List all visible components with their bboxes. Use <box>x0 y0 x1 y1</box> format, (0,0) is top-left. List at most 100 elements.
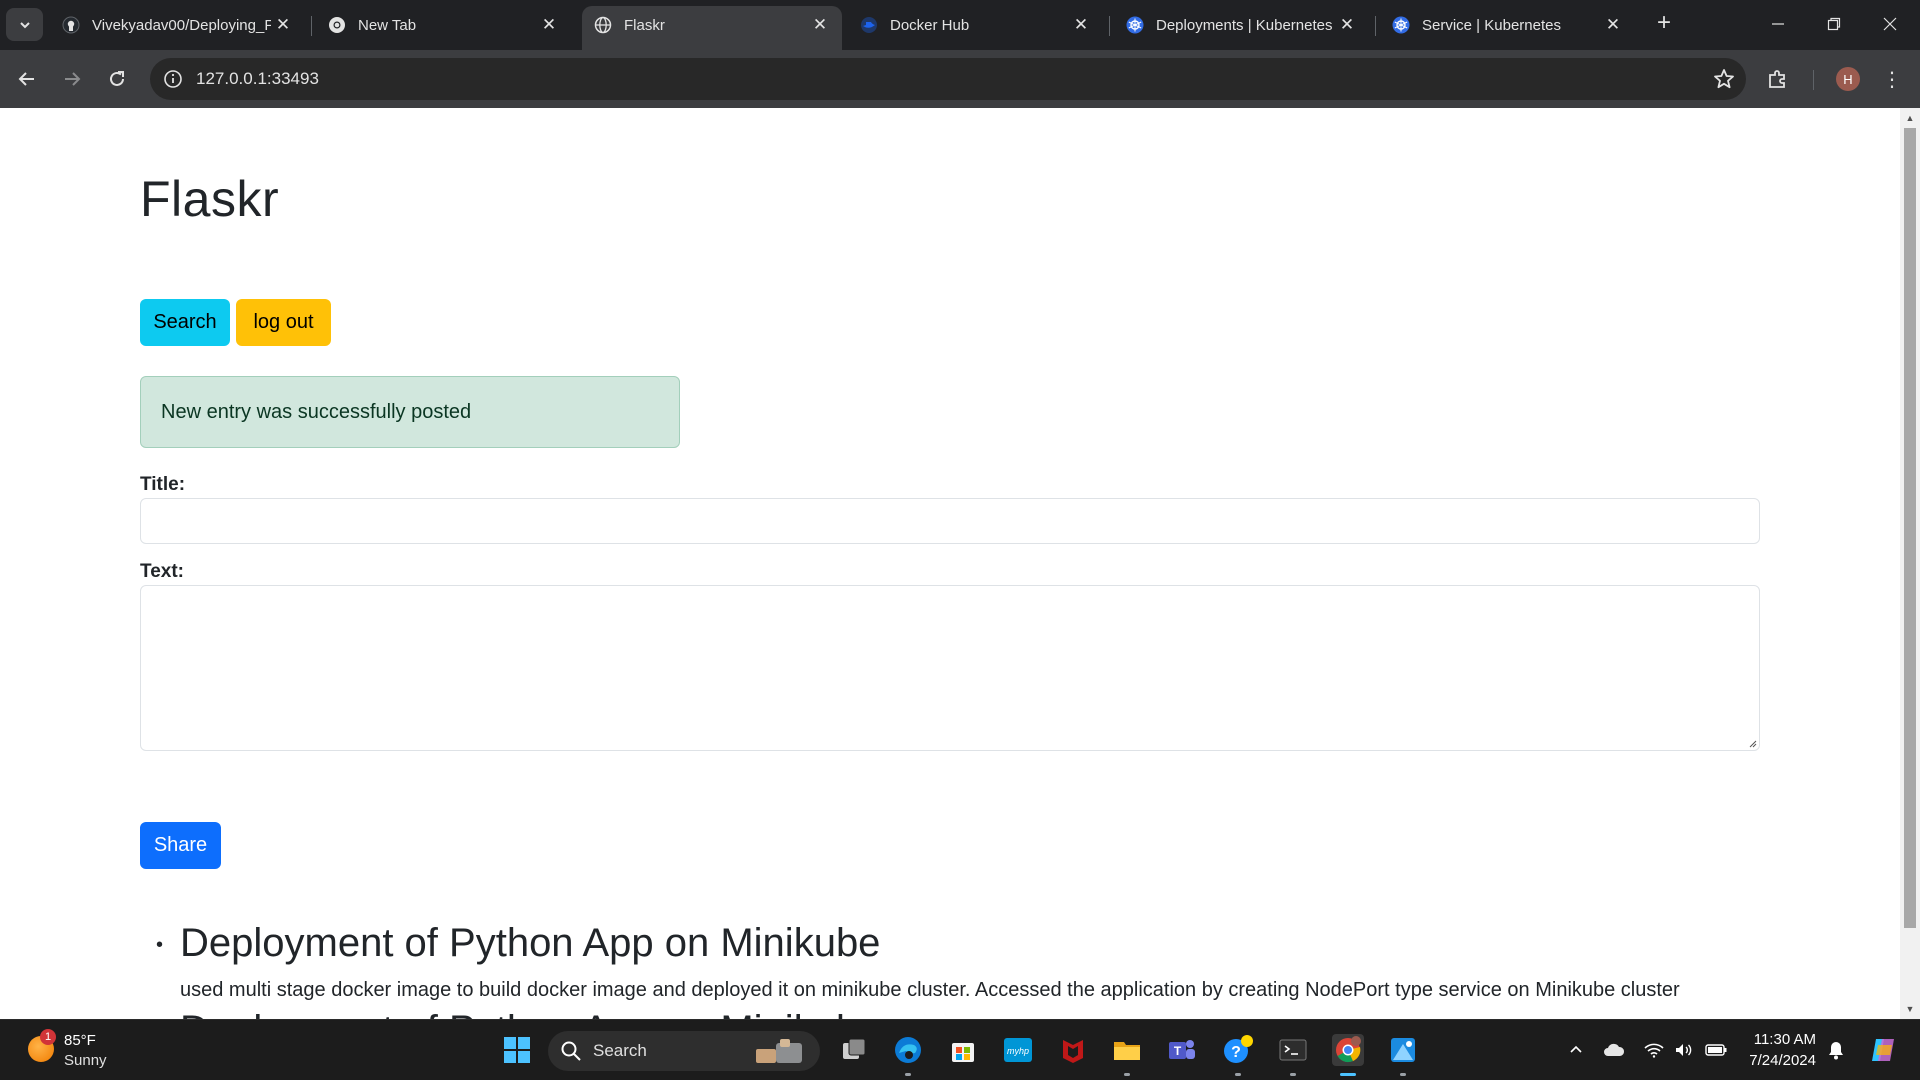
tab-separator <box>1109 16 1110 36</box>
wifi-icon[interactable] <box>1643 1039 1665 1061</box>
tab-search-button[interactable] <box>6 8 43 41</box>
taskbar-search-box[interactable]: Search <box>548 1031 820 1071</box>
weather-temperature: 85°F <box>64 1032 96 1049</box>
reload-button[interactable] <box>99 61 135 97</box>
chrome-icon <box>328 16 346 34</box>
minimize-icon <box>1772 23 1784 25</box>
tab-new-tab[interactable]: New Tab ✕ <box>316 6 571 44</box>
globe-icon <box>594 16 612 34</box>
tab-label: Service | Kubernetes <box>1422 16 1561 34</box>
running-indicator <box>905 1073 911 1076</box>
text-textarea[interactable] <box>140 585 1760 751</box>
svg-text:T: T <box>1174 1044 1182 1058</box>
notification-bell-icon[interactable] <box>1825 1039 1847 1061</box>
profile-avatar[interactable]: H <box>1836 67 1860 91</box>
task-view-icon[interactable] <box>838 1034 870 1066</box>
clock-date[interactable]: 7/24/2024 <box>1742 1052 1816 1069</box>
entry-title: Deployment of Python App on Minikube <box>180 1008 880 1019</box>
running-indicator <box>1124 1073 1130 1076</box>
tab-service-kubernetes[interactable]: Service | Kubernetes ✕ <box>1380 6 1635 44</box>
address-bar[interactable]: 127.0.0.1:33493 <box>150 58 1746 100</box>
page-viewport: Flaskr Search log out New entry was succ… <box>0 108 1920 1019</box>
share-button[interactable]: Share <box>140 822 221 869</box>
restore-button[interactable] <box>1814 8 1854 40</box>
tab-label: Flaskr <box>624 16 665 34</box>
resize-grip-icon[interactable] <box>1747 738 1757 748</box>
back-button[interactable] <box>9 61 45 97</box>
edge-icon[interactable] <box>892 1034 924 1066</box>
close-icon[interactable]: ✕ <box>1069 13 1093 37</box>
github-icon <box>62 16 80 34</box>
help-icon[interactable]: ? <box>1222 1034 1254 1066</box>
search-icon <box>561 1041 581 1061</box>
onedrive-cloud-icon[interactable] <box>1603 1039 1625 1061</box>
running-indicator <box>1340 1073 1356 1076</box>
search-highlight-icon <box>756 1039 802 1063</box>
toolbar-divider <box>1813 70 1814 90</box>
entry-text: used multi stage docker image to build d… <box>180 979 1680 1001</box>
chrome-taskbar-icon[interactable] <box>1332 1034 1364 1066</box>
chevron-up-icon[interactable] <box>1565 1039 1587 1061</box>
taskbar-search-label: Search <box>593 1041 647 1060</box>
minimize-button[interactable] <box>1758 8 1798 40</box>
bookmark-star-icon[interactable] <box>1712 67 1736 91</box>
extensions-puzzle-icon[interactable] <box>1766 67 1790 91</box>
kubernetes-icon <box>1392 16 1410 34</box>
page-scrollbar[interactable]: ▲ ▼ <box>1900 108 1920 1019</box>
tab-separator <box>311 16 312 36</box>
volume-icon[interactable] <box>1673 1039 1695 1061</box>
tab-deployments-kubernetes[interactable]: Deployments | Kubernetes ✕ <box>1114 6 1369 44</box>
close-icon[interactable]: ✕ <box>271 13 295 37</box>
close-icon[interactable]: ✕ <box>537 13 561 37</box>
chevron-down-icon <box>19 21 30 28</box>
photos-icon[interactable] <box>1387 1034 1419 1066</box>
scroll-down-arrow-icon[interactable]: ▼ <box>1905 1004 1915 1014</box>
tab-label: Vivekyadav00/Deploying_F <box>92 16 271 34</box>
kubernetes-icon <box>1126 16 1144 34</box>
running-indicator <box>1400 1073 1406 1076</box>
tab-label: Docker Hub <box>890 16 970 34</box>
close-icon[interactable]: ✕ <box>1335 13 1359 37</box>
search-button[interactable]: Search <box>140 299 230 346</box>
file-explorer-icon[interactable] <box>1111 1034 1143 1066</box>
battery-icon[interactable] <box>1705 1039 1727 1061</box>
mcafee-icon[interactable] <box>1057 1034 1089 1066</box>
terminal-icon[interactable] <box>1277 1034 1309 1066</box>
copilot-icon[interactable] <box>1868 1035 1898 1065</box>
forward-button[interactable] <box>54 61 90 97</box>
title-input[interactable] <box>140 498 1760 544</box>
tab-separator <box>1375 16 1376 36</box>
tab-label: New Tab <box>358 16 417 34</box>
page-title: Flaskr <box>140 171 280 227</box>
close-icon <box>1883 17 1897 31</box>
tab-docker-hub[interactable]: Docker Hub ✕ <box>848 6 1103 44</box>
running-indicator <box>1235 1073 1241 1076</box>
restore-icon <box>1827 17 1841 31</box>
reload-icon <box>110 71 124 86</box>
logout-button[interactable]: log out <box>236 299 331 346</box>
site-info-icon[interactable] <box>162 68 184 90</box>
windows-start-icon[interactable] <box>501 1034 533 1066</box>
kebab-menu-icon[interactable]: ⋮ <box>1880 67 1904 91</box>
tab-flaskr[interactable]: Flaskr ✕ <box>582 6 842 50</box>
browser-toolbar: 127.0.0.1:33493 H ⋮ <box>0 50 1920 108</box>
tab-github[interactable]: Vivekyadav00/Deploying_F ✕ <box>50 6 305 44</box>
scroll-up-arrow-icon[interactable]: ▲ <box>1905 113 1915 123</box>
tab-label: Deployments | Kubernetes <box>1156 16 1333 34</box>
arrow-right-icon <box>65 72 81 86</box>
close-icon[interactable]: ✕ <box>1601 13 1625 37</box>
clock-time[interactable]: 11:30 AM <box>1742 1031 1816 1048</box>
notification-badge: 1 <box>40 1029 56 1045</box>
flash-alert: New entry was successfully posted <box>140 376 680 448</box>
teams-icon[interactable]: T <box>1166 1034 1198 1066</box>
scrollbar-thumb[interactable] <box>1904 128 1916 928</box>
new-tab-button[interactable]: + <box>1652 11 1676 36</box>
windows-taskbar: 1 85°F Sunny Search myhp T ? 11:30 AM 7/… <box>0 1019 1920 1080</box>
myhp-icon[interactable]: myhp <box>1002 1034 1034 1066</box>
close-icon[interactable]: ✕ <box>808 13 832 37</box>
tab-strip: Vivekyadav00/Deploying_F ✕ New Tab ✕ Fla… <box>0 0 1920 50</box>
list-bullet: • <box>156 934 164 956</box>
close-window-button[interactable] <box>1870 8 1910 40</box>
microsoft-store-icon[interactable] <box>947 1034 979 1066</box>
arrow-left-icon <box>18 72 34 86</box>
